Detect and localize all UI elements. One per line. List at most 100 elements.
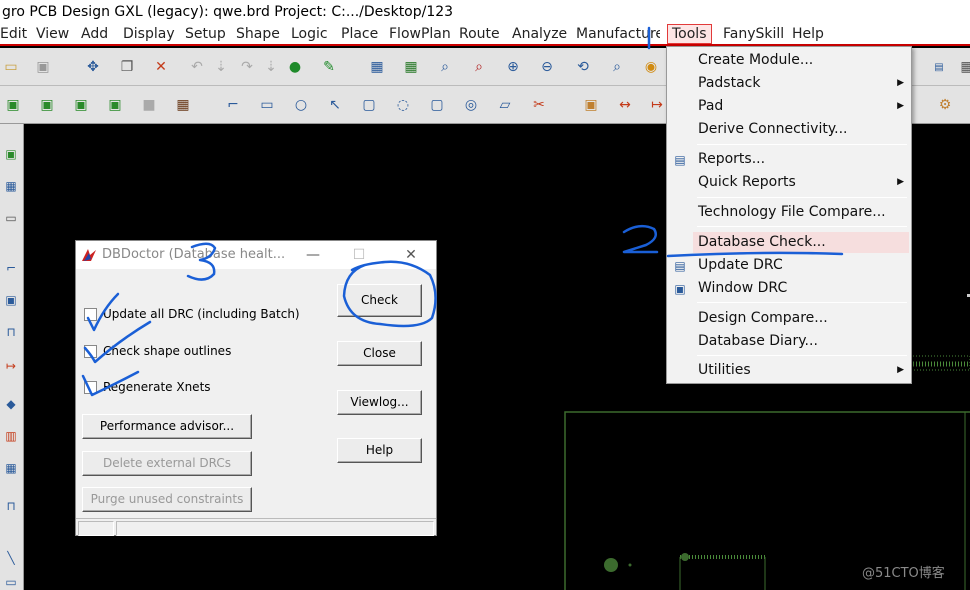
delete-external-drcs-button[interactable]: Delete external DRCs <box>82 451 252 476</box>
check-button[interactable]: Check <box>337 284 422 317</box>
zoom-fit-icon[interactable]: ⌕ <box>434 56 456 78</box>
left-tool-6-icon[interactable]: ⊓ <box>1 322 21 342</box>
layer4-icon[interactable]: ▣ <box>104 94 126 116</box>
menu-fanyskill[interactable]: FanySkill <box>723 26 784 42</box>
minimize-icon[interactable]: — <box>302 241 324 269</box>
menu-item-create-module[interactable]: Create Module... <box>698 50 908 71</box>
zoom-prev-icon[interactable]: ⟲ <box>572 56 594 78</box>
layer5-icon[interactable]: ■ <box>138 94 160 116</box>
zoom-window-icon[interactable]: ⌕ <box>468 56 490 78</box>
menu-flowplan[interactable]: FlowPlan <box>389 26 451 42</box>
menu-edit[interactable]: Edit <box>0 26 27 42</box>
cut-icon[interactable]: ✂ <box>528 94 550 116</box>
line-icon[interactable]: ⌐ <box>222 94 244 116</box>
undo-icon[interactable]: ↶ <box>186 56 208 78</box>
dimension2-icon[interactable]: ↦ <box>646 94 668 116</box>
select-icon[interactable]: ↖ <box>324 94 346 116</box>
rect-icon[interactable]: ▭ <box>256 94 278 116</box>
menu-shape[interactable]: Shape <box>236 26 280 42</box>
menu-setup[interactable]: Setup <box>185 26 226 42</box>
menu-add[interactable]: Add <box>81 26 108 42</box>
poly-icon[interactable]: ▱ <box>494 94 516 116</box>
arc-icon[interactable]: ◌ <box>392 94 414 116</box>
shape-icon[interactable]: ● <box>284 56 306 78</box>
left-tool-4-icon[interactable]: ⌐ <box>1 258 21 278</box>
tool-icon[interactable]: ⚙ <box>934 94 956 116</box>
redo-icon[interactable]: ↷ <box>236 56 258 78</box>
left-tool-9-icon[interactable]: ▥ <box>1 426 21 446</box>
menu-item-update-drc[interactable]: Update DRC <box>698 255 908 276</box>
left-tool-13-icon[interactable]: ▭ <box>1 572 21 590</box>
checkbox-regenerate-xnets[interactable]: Regenerate Xnets <box>84 380 224 396</box>
menu-item-tech-file-compare[interactable]: Technology File Compare... <box>698 202 908 223</box>
maximize-icon[interactable]: ☐ <box>348 241 370 269</box>
table-icon[interactable]: ▦ <box>956 56 970 78</box>
refresh-icon[interactable]: ◉ <box>640 56 662 78</box>
shape-edit-icon[interactable]: ▢ <box>358 94 380 116</box>
performance-advisor-button[interactable]: Performance advisor... <box>82 414 252 439</box>
menu-help[interactable]: Help <box>792 26 824 42</box>
left-tool-2-icon[interactable]: ▦ <box>1 176 21 196</box>
grid2-icon[interactable]: ▦ <box>400 56 422 78</box>
dfa-icon[interactable]: ▤ <box>928 56 950 78</box>
left-tool-12-icon[interactable]: ╲ <box>1 548 21 568</box>
menu-item-database-check[interactable]: Database Check... <box>693 232 909 253</box>
menu-item-derive-connectivity[interactable]: Derive Connectivity... <box>698 119 908 140</box>
void-icon[interactable]: ◎ <box>460 94 482 116</box>
move-icon[interactable]: ✥ <box>82 56 104 78</box>
help-button[interactable]: Help <box>337 438 422 463</box>
dimension-icon[interactable]: ↔ <box>614 94 636 116</box>
grid-icon[interactable]: ▦ <box>366 56 388 78</box>
layer3-icon[interactable]: ▣ <box>70 94 92 116</box>
close-button[interactable]: Close <box>337 341 422 366</box>
box-icon[interactable]: ▢ <box>426 94 448 116</box>
circle-icon[interactable]: ○ <box>290 94 312 116</box>
left-tool-5-icon[interactable]: ▣ <box>1 290 21 310</box>
menu-view[interactable]: View <box>36 26 69 42</box>
layer2-icon[interactable]: ▣ <box>36 94 58 116</box>
menu-item-reports[interactable]: Reports... <box>698 149 908 170</box>
down-icon[interactable]: ⇣ <box>210 56 232 78</box>
left-tool-10-icon[interactable]: ▦ <box>1 458 21 478</box>
menu-item-padstack[interactable]: Padstack ▶ <box>698 73 908 94</box>
checkbox-check-shapes[interactable]: Check shape outlines <box>84 344 244 360</box>
menu-display[interactable]: Display <box>123 26 175 42</box>
checkbox-box[interactable] <box>84 381 97 394</box>
pin-icon[interactable]: ✎ <box>318 56 340 78</box>
menu-item-database-diary[interactable]: Database Diary... <box>698 331 908 352</box>
menu-item-quick-reports[interactable]: Quick Reports ▶ <box>698 172 908 193</box>
copy-icon[interactable]: ❐ <box>116 56 138 78</box>
menu-item-window-drc[interactable]: Window DRC <box>698 278 908 299</box>
menu-tools[interactable]: Tools <box>667 24 712 44</box>
checkbox-box[interactable] <box>84 345 97 358</box>
menu-item-utilities[interactable]: Utilities ▶ <box>698 360 908 381</box>
layer6-icon[interactable]: ▦ <box>172 94 194 116</box>
menu-route[interactable]: Route <box>459 26 500 42</box>
tools-menu: Create Module... Padstack ▶ Pad ▶ Derive C… <box>666 46 912 384</box>
close-icon[interactable]: ✕ <box>400 241 422 269</box>
layer-icon[interactable]: ▣ <box>2 94 24 116</box>
menu-item-pad[interactable]: Pad ▶ <box>698 96 908 117</box>
checkbox-box[interactable] <box>84 308 97 321</box>
save-icon[interactable]: ▣ <box>32 56 54 78</box>
menu-logic[interactable]: Logic <box>291 26 328 42</box>
down2-icon[interactable]: ⇣ <box>260 56 282 78</box>
open-icon[interactable]: ▭ <box>0 56 22 78</box>
delete-icon[interactable]: ✕ <box>150 56 172 78</box>
menu-manufacture[interactable]: Manufacture <box>576 26 660 42</box>
purge-constraints-button[interactable]: Purge unused constraints <box>82 487 252 512</box>
left-tool-3-icon[interactable]: ▭ <box>1 208 21 228</box>
menu-item-design-compare[interactable]: Design Compare... <box>698 308 908 329</box>
viewlog-button[interactable]: Viewlog... <box>337 390 422 415</box>
menu-analyze[interactable]: Analyze <box>512 26 567 42</box>
left-tool-8-icon[interactable]: ◆ <box>1 394 21 414</box>
zoom-out-icon[interactable]: ⊖ <box>536 56 558 78</box>
checkbox-update-drc[interactable]: Update all DRC (including Batch) <box>84 307 300 323</box>
zoom-world-icon[interactable]: ⌕ <box>606 56 628 78</box>
measure-icon[interactable]: ▣ <box>580 94 602 116</box>
left-tool-11-icon[interactable]: ⊓ <box>1 496 21 516</box>
menu-place[interactable]: Place <box>341 26 378 42</box>
left-tool-1-icon[interactable]: ▣ <box>1 144 21 164</box>
zoom-in-icon[interactable]: ⊕ <box>502 56 524 78</box>
left-tool-7-icon[interactable]: ↦ <box>1 356 21 376</box>
